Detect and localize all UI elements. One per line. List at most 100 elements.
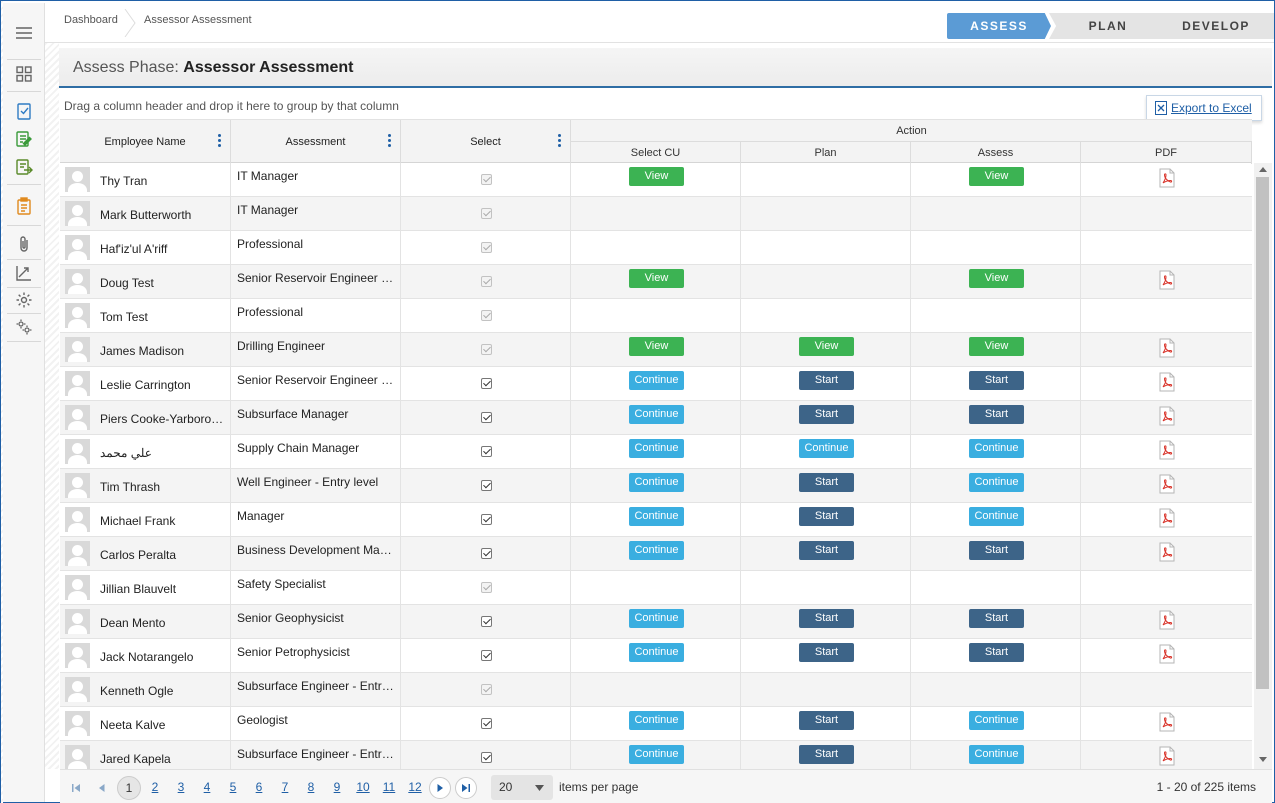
page-link[interactable]: 12 [403,780,427,794]
table-row[interactable]: Tim Thrash Well Engineer - Entry level Con… [60,469,1252,503]
table-row[interactable]: Thy Tran IT Manager View View [60,163,1252,197]
table-row[interactable]: Jack Notarangelo Senior Petrophysicist Con… [60,639,1252,673]
page-link[interactable]: 2 [143,780,167,794]
select-checkbox[interactable] [481,650,492,661]
table-row[interactable]: Doug Test Senior Reservoir Engineer - Lev… [60,265,1252,299]
chart-icon[interactable] [3,260,45,286]
table-row[interactable]: Leslie Carrington Senior Reservoir Engine… [60,367,1252,401]
column-menu-icon[interactable] [218,134,222,148]
export-document-icon[interactable] [3,154,45,180]
assess-continue-button[interactable]: Continue [969,745,1024,764]
table-row[interactable]: Mark Butterworth IT Manager [60,197,1252,231]
select_cu-continue-button[interactable]: Continue [629,609,684,628]
page-link[interactable]: 6 [247,780,271,794]
first-page-icon[interactable] [65,777,87,799]
table-row[interactable]: Dean Mento Senior Geophysicist Continue Sta… [60,605,1252,639]
column-header-pdf[interactable]: PDF [1081,142,1252,164]
pdf-icon[interactable] [1159,406,1175,426]
table-row[interactable]: Tom Test Professional [60,299,1252,333]
plan-start-button[interactable]: Start [799,507,854,526]
gears-icon[interactable] [3,314,45,340]
column-header-select[interactable]: Select [401,120,571,164]
table-row[interactable]: Michael Frank Manager Continue Start Continu… [60,503,1252,537]
assess-continue-button[interactable]: Continue [969,711,1024,730]
select-checkbox[interactable] [481,752,492,763]
pdf-icon[interactable] [1159,508,1175,528]
assess-view-button[interactable]: View [969,269,1024,288]
select_cu-continue-button[interactable]: Continue [629,643,684,662]
column-header-assessment[interactable]: Assessment [231,120,401,164]
pdf-icon[interactable] [1159,440,1175,460]
pdf-icon[interactable] [1159,610,1175,630]
select_cu-continue-button[interactable]: Continue [629,439,684,458]
table-row[interactable]: Jillian Blauvelt Safety Specialist [60,571,1252,605]
page-link[interactable]: 9 [325,780,349,794]
page-link[interactable]: 8 [299,780,323,794]
select_cu-continue-button[interactable]: Continue [629,371,684,390]
previous-page-icon[interactable] [91,777,113,799]
select-checkbox[interactable] [481,378,492,389]
plan-start-button[interactable]: Start [799,371,854,390]
checklist-icon[interactable] [3,98,45,124]
table-row[interactable]: Kenneth Ogle Subsurface Engineer - Entry … [60,673,1252,707]
select_cu-view-button[interactable]: View [629,269,684,288]
scroll-up-icon[interactable] [1259,167,1267,172]
plan-continue-button[interactable]: Continue [799,439,854,458]
scroll-down-icon[interactable] [1259,757,1267,762]
phase-develop[interactable]: DEVELOP [1158,13,1274,39]
assess-start-button[interactable]: Start [969,541,1024,560]
table-row[interactable]: Neeta Kalve Geologist Continue Start Continu… [60,707,1252,741]
table-row[interactable]: Jared Kapela Subsurface Engineer - Entry … [60,741,1252,769]
page-size-select[interactable]: 20 [491,775,553,800]
assess-continue-button[interactable]: Continue [969,507,1024,526]
pdf-icon[interactable] [1159,168,1175,188]
assess-continue-button[interactable]: Continue [969,473,1024,492]
settings-icon[interactable] [3,287,45,313]
select-checkbox[interactable] [481,514,492,525]
table-row[interactable]: Haf'iz'ul A'riff Professional [60,231,1252,265]
page-link[interactable]: 5 [221,780,245,794]
select-checkbox[interactable] [481,412,492,423]
select_cu-continue-button[interactable]: Continue [629,711,684,730]
pdf-icon[interactable] [1159,338,1175,358]
select_cu-continue-button[interactable]: Continue [629,473,684,492]
pdf-icon[interactable] [1159,270,1175,290]
assess-view-button[interactable]: View [969,337,1024,356]
assess-continue-button[interactable]: Continue [969,439,1024,458]
assess-start-button[interactable]: Start [969,643,1024,662]
assess-start-button[interactable]: Start [969,609,1024,628]
page-link[interactable]: 3 [169,780,193,794]
plan-start-button[interactable]: Start [799,405,854,424]
select_cu-view-button[interactable]: View [629,337,684,356]
column-menu-icon[interactable] [558,134,562,148]
phase-plan[interactable]: PLAN [1049,13,1167,39]
select-checkbox[interactable] [481,718,492,729]
clipboard-icon[interactable] [3,193,45,219]
pdf-icon[interactable] [1159,746,1175,766]
select-checkbox[interactable] [481,446,492,457]
assess-view-button[interactable]: View [969,167,1024,186]
breadcrumb-dashboard[interactable]: Dashboard [64,14,118,26]
column-header-assess[interactable]: Assess [911,142,1081,164]
export-excel-button[interactable]: Export to Excel [1146,95,1262,121]
table-row[interactable]: Carlos Peralta Business Development Manag… [60,537,1252,571]
table-row[interactable]: علي محمد Supply Chain Manager Continue Cont… [60,435,1252,469]
pdf-icon[interactable] [1159,372,1175,392]
select-checkbox[interactable] [481,616,492,627]
plan-view-button[interactable]: View [799,337,854,356]
plan-start-button[interactable]: Start [799,609,854,628]
page-link[interactable]: 7 [273,780,297,794]
select-checkbox[interactable] [481,548,492,559]
select_cu-view-button[interactable]: View [629,167,684,186]
plan-start-button[interactable]: Start [799,711,854,730]
select_cu-continue-button[interactable]: Continue [629,405,684,424]
next-page-icon[interactable] [429,777,451,799]
edit-document-icon[interactable] [3,126,45,152]
plan-start-button[interactable]: Start [799,541,854,560]
table-row[interactable]: Piers Cooke-Yarborough Subsurface Manager… [60,401,1252,435]
scrollbar-thumb[interactable] [1256,177,1269,689]
select_cu-continue-button[interactable]: Continue [629,507,684,526]
pdf-icon[interactable] [1159,712,1175,732]
phase-assess[interactable]: ASSESS [947,13,1051,39]
pdf-icon[interactable] [1159,542,1175,562]
